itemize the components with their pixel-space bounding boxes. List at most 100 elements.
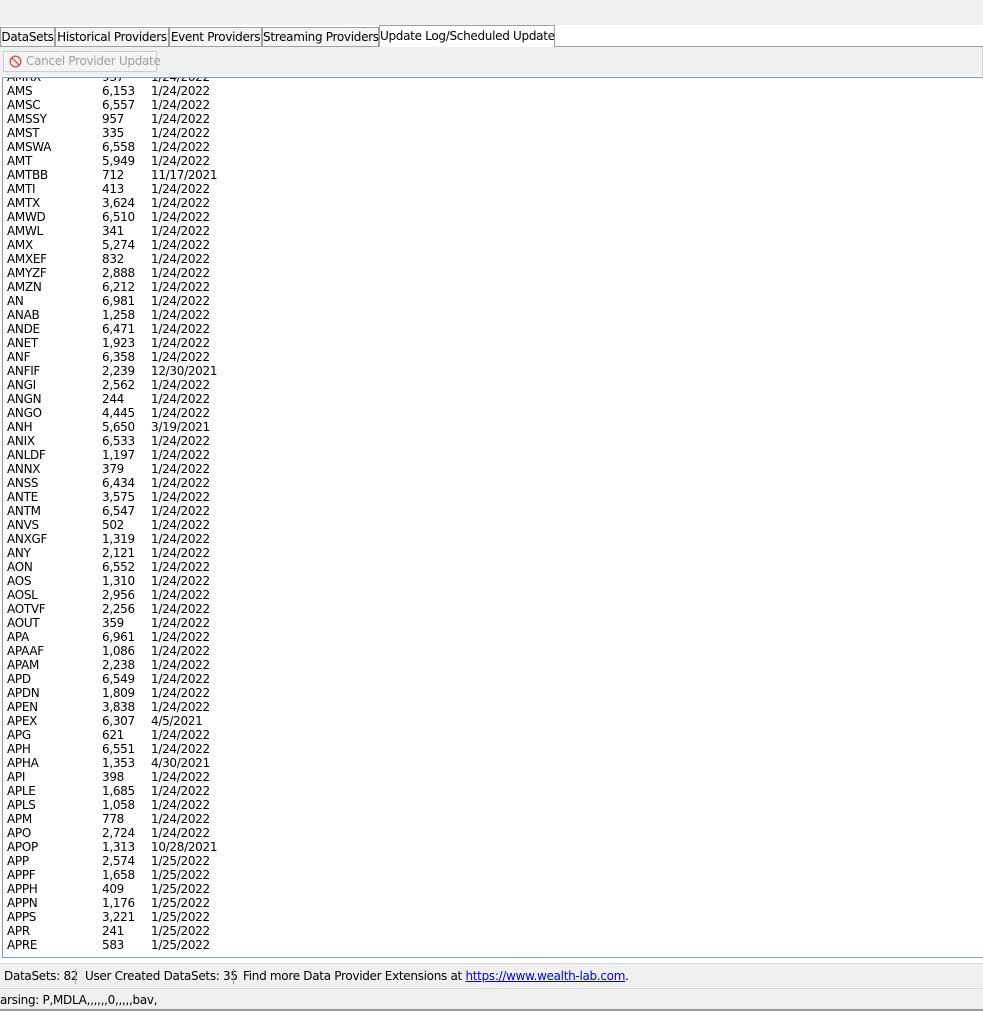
- log-symbol: AMWL: [7, 224, 43, 238]
- log-row: APLE 1,685 1/24/2022: [7, 784, 307, 798]
- log-symbol: ANGI: [7, 378, 36, 392]
- log-bar-count: 409: [102, 882, 125, 896]
- log-row: APPH 409 1/25/2022: [7, 882, 307, 896]
- log-symbol: ANNX: [7, 462, 41, 476]
- log-row: AMS 6,153 1/24/2022: [7, 84, 307, 98]
- log-date: 1/24/2022: [151, 280, 210, 294]
- log-bar-count: 341: [102, 224, 125, 238]
- log-date: 1/24/2022: [151, 140, 210, 154]
- log-row: APPS 3,221 1/25/2022: [7, 910, 307, 924]
- wealth-lab-link[interactable]: https://www.wealth-lab.com: [465, 969, 625, 983]
- log-date: 1/25/2022: [151, 910, 210, 924]
- log-bar-count: 379: [102, 462, 125, 476]
- log-symbol: AMTI: [7, 182, 36, 196]
- log-date: 1/24/2022: [151, 308, 210, 322]
- log-date: 1/24/2022: [151, 112, 210, 126]
- log-symbol: APHA: [7, 756, 39, 770]
- parse-status-text: arsing: P,MDLA,,,,,,0,,,,,bav,: [0, 993, 158, 1007]
- log-symbol: APAM: [7, 658, 40, 672]
- log-date: 1/24/2022: [151, 322, 210, 336]
- log-bar-count: 1,658: [102, 868, 135, 882]
- tab-datasets[interactable]: DataSets: [0, 27, 55, 46]
- log-symbol: ANAB: [7, 308, 40, 322]
- log-bar-count: 335: [102, 126, 125, 140]
- log-date: 1/24/2022: [151, 742, 210, 756]
- log-date: 1/25/2022: [151, 882, 210, 896]
- log-symbol: APDN: [7, 686, 40, 700]
- log-row: APPF 1,658 1/25/2022: [7, 868, 307, 882]
- log-row: APP 2,574 1/25/2022: [7, 854, 307, 868]
- log-date: 1/24/2022: [151, 77, 210, 84]
- log-date: 1/24/2022: [151, 406, 210, 420]
- cancel-provider-update-button[interactable]: Cancel Provider Update: [3, 51, 161, 72]
- log-bar-count: 3,838: [102, 700, 135, 714]
- log-symbol: APLE: [7, 784, 36, 798]
- log-symbol: APAAF: [7, 644, 44, 658]
- log-symbol: ANVS: [7, 518, 39, 532]
- log-row: APOP 1,313 10/28/2021: [7, 840, 307, 854]
- log-row: ANIX 6,533 1/24/2022: [7, 434, 307, 448]
- datasets-count: DataSets: 82: [4, 969, 79, 983]
- log-symbol: AMSSY: [7, 112, 47, 126]
- log-bar-count: 1,923: [102, 336, 135, 350]
- log-bar-count: 6,358: [102, 350, 135, 364]
- log-bar-count: 2,256: [102, 602, 135, 616]
- log-bar-count: 6,434: [102, 476, 135, 490]
- tab-event-providers[interactable]: Event Providers: [169, 27, 262, 46]
- log-symbol: AMZN: [7, 280, 42, 294]
- log-date: 1/24/2022: [151, 616, 210, 630]
- log-bar-count: 6,961: [102, 630, 135, 644]
- log-bar-count: 5,650: [102, 420, 135, 434]
- log-date: 1/24/2022: [151, 126, 210, 140]
- log-bar-count: 1,258: [102, 308, 135, 322]
- log-symbol: APP: [7, 854, 29, 868]
- log-date: 1/24/2022: [151, 182, 210, 196]
- log-row: APRE 583 1/25/2022: [7, 938, 307, 952]
- log-date: 1/25/2022: [151, 938, 210, 952]
- log-date: 1/24/2022: [151, 588, 210, 602]
- log-row: ANGO 4,445 1/24/2022: [7, 406, 307, 420]
- tab-streaming-providers[interactable]: Streaming Providers: [262, 27, 379, 46]
- log-bar-count: 2,574: [102, 854, 135, 868]
- log-row: APLS 1,058 1/24/2022: [7, 798, 307, 812]
- log-symbol: ANH: [7, 420, 33, 434]
- log-symbol: AON: [7, 560, 33, 574]
- log-symbol: ANIX: [7, 434, 35, 448]
- log-bar-count: 398: [102, 770, 125, 784]
- log-symbol: APM: [7, 812, 32, 826]
- log-symbol: APLS: [7, 798, 36, 812]
- log-symbol: AMRX: [7, 77, 41, 84]
- log-row: ANTE 3,575 1/24/2022: [7, 490, 307, 504]
- log-symbol: ANTE: [7, 490, 38, 504]
- parse-status-bar: arsing: P,MDLA,,,,,,0,,,,,bav,: [0, 988, 983, 1011]
- tab-update-log[interactable]: Update Log/Scheduled Update: [379, 25, 555, 47]
- status-bar: DataSets: 82 User Created DataSets: 35 F…: [0, 963, 983, 988]
- update-log-pane[interactable]: AMRX 937 1/24/2022 AMS 6,153 1/24/2022 AMSC 6,5…: [2, 77, 983, 958]
- log-date: 1/24/2022: [151, 784, 210, 798]
- log-row: AMSC 6,557 1/24/2022: [7, 98, 307, 112]
- window-top-strip: [0, 0, 983, 25]
- log-date: 1/24/2022: [151, 252, 210, 266]
- log-bar-count: 502: [102, 518, 125, 532]
- tab-historical-providers[interactable]: Historical Providers: [55, 27, 169, 46]
- log-symbol: ANXGF: [7, 532, 48, 546]
- log-symbol: AMTBB: [7, 168, 48, 182]
- log-bar-count: 1,197: [102, 448, 135, 462]
- log-bar-count: 1,809: [102, 686, 135, 700]
- log-symbol: AMX: [7, 238, 33, 252]
- log-date: 1/24/2022: [151, 770, 210, 784]
- log-bar-count: 6,552: [102, 560, 135, 574]
- log-symbol: AOTVF: [7, 602, 46, 616]
- log-bar-count: 413: [102, 182, 125, 196]
- log-row: ANDE 6,471 1/24/2022: [7, 322, 307, 336]
- log-row: AOUT 359 1/24/2022: [7, 616, 307, 630]
- log-bar-count: 6,551: [102, 742, 135, 756]
- log-symbol: APEN: [7, 700, 38, 714]
- log-bar-count: 3,624: [102, 196, 135, 210]
- log-row: AMTI 413 1/24/2022: [7, 182, 307, 196]
- log-date: 1/24/2022: [151, 574, 210, 588]
- log-symbol: APPN: [7, 896, 38, 910]
- log-date: 1/25/2022: [151, 868, 210, 882]
- log-row: ANXGF 1,319 1/24/2022: [7, 532, 307, 546]
- log-bar-count: 359: [102, 616, 125, 630]
